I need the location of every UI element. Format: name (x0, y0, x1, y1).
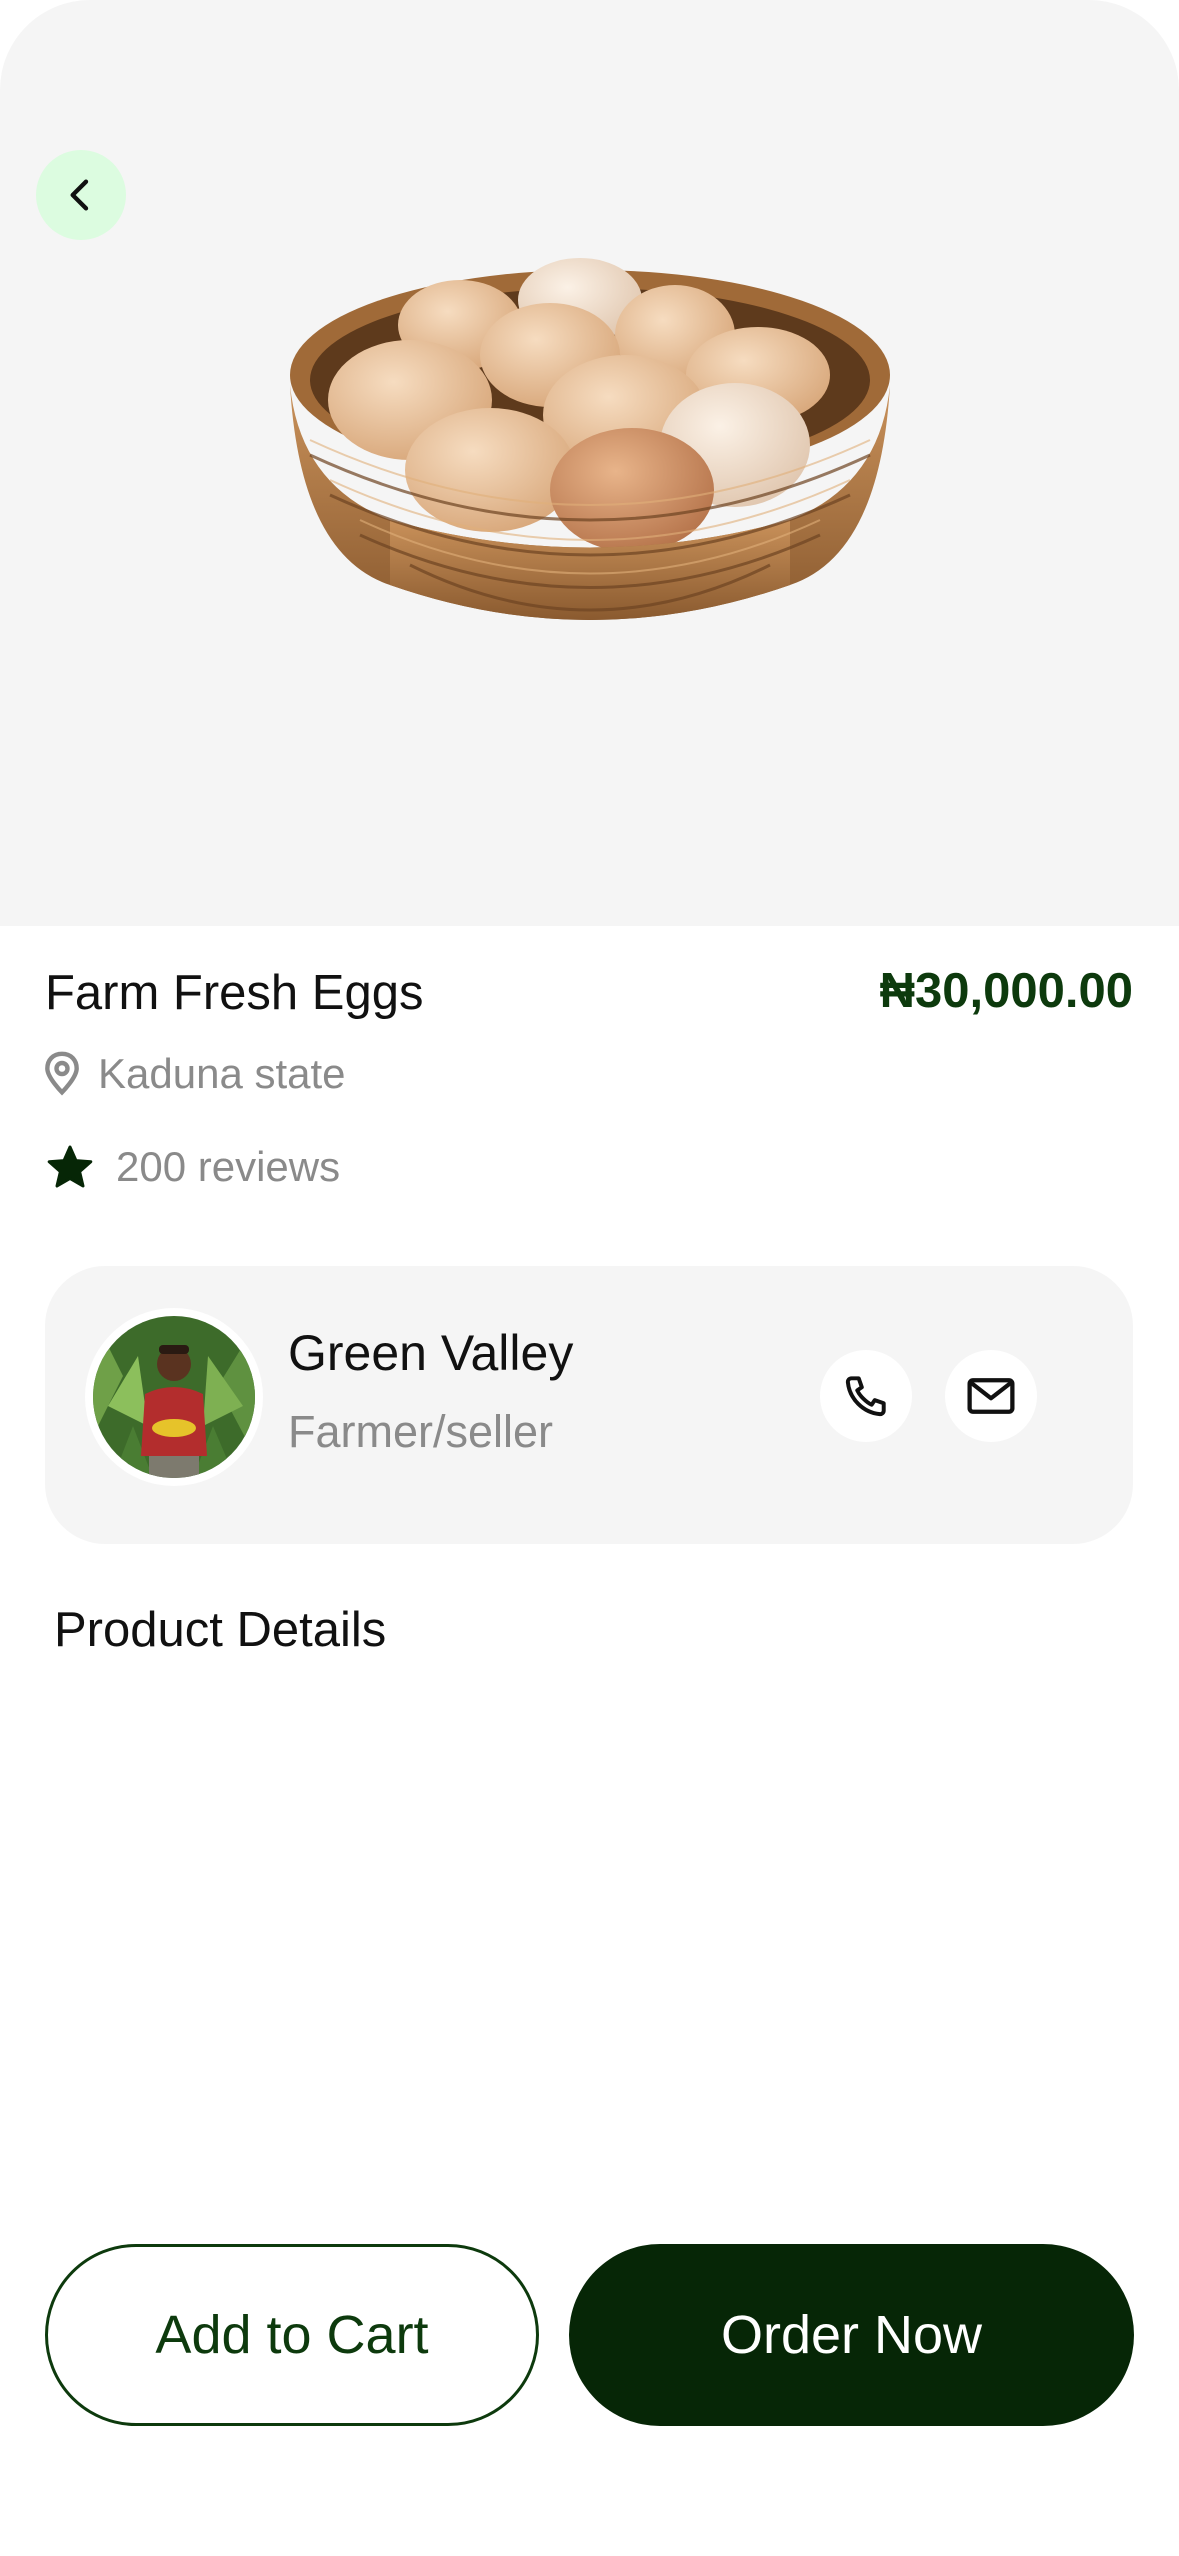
seller-role: Farmer/seller (288, 1406, 554, 1457)
map-pin-icon (45, 1051, 79, 1096)
mail-icon (967, 1378, 1015, 1414)
product-reviews[interactable]: 200 reviews (46, 1143, 340, 1191)
chevron-left-icon (70, 179, 89, 211)
product-title: Farm Fresh Eggs (45, 966, 424, 1020)
egg-basket-image (290, 258, 890, 620)
order-now-button[interactable]: Order Now (569, 2244, 1134, 2426)
star-icon (47, 1145, 93, 1188)
product-location: Kaduna state (40, 1050, 346, 1098)
phone-icon (845, 1376, 886, 1417)
product-image-area (0, 0, 1179, 926)
seller-name: Green Valley (288, 1325, 574, 1381)
seller-avatar-image (93, 1316, 255, 1478)
email-seller-button[interactable] (945, 1350, 1037, 1442)
add-to-cart-button[interactable]: Add to Cart (45, 2244, 539, 2426)
product-price: ₦30,000.00 (879, 964, 1133, 1018)
back-button[interactable] (36, 150, 126, 240)
location-text: Kaduna state (98, 1050, 346, 1097)
call-seller-button[interactable] (820, 1350, 912, 1442)
seller-card: Green Valley Farmer/seller (45, 1266, 1133, 1544)
product-details-heading: Product Details (54, 1603, 387, 1657)
avatar[interactable] (85, 1308, 263, 1486)
reviews-text: 200 reviews (116, 1143, 341, 1190)
